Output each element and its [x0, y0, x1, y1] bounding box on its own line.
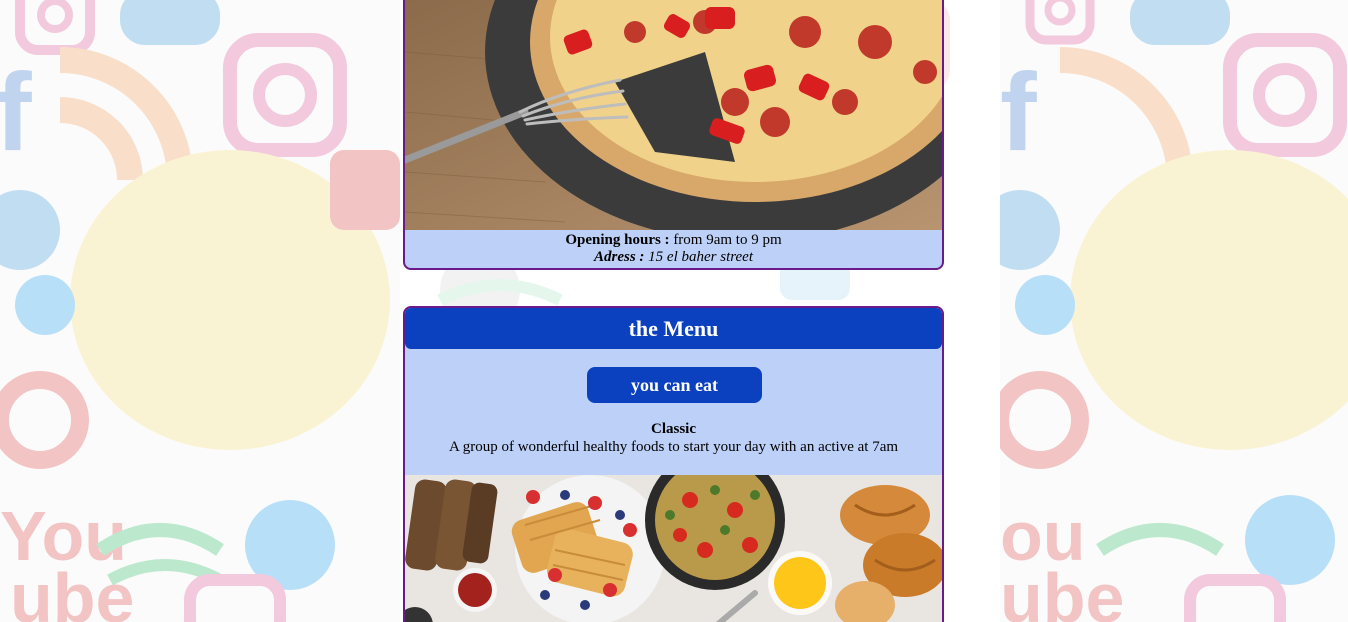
menu-card: the Menu you can eat Classic A group of … — [403, 306, 944, 622]
opening-info: Opening hours : from 9am to 9 pm Adress … — [405, 232, 942, 266]
address-value: 15 el baher street — [648, 249, 753, 265]
menu-item-description: A group of wonderful healthy foods to st… — [448, 439, 899, 455]
breakfast-image — [405, 475, 942, 622]
pizza-image — [405, 0, 942, 230]
you-can-eat-button[interactable]: you can eat — [587, 367, 762, 403]
opening-hours-label: Opening hours : — [565, 232, 670, 248]
pizza-photo — [405, 0, 942, 230]
address-label: Adress : — [593, 249, 645, 265]
breakfast-photo — [405, 475, 942, 622]
menu-item-title: Classic — [651, 421, 696, 437]
svg-text:ube: ube — [1000, 559, 1124, 622]
opening-hours-value: from 9am to 9 pm — [673, 232, 782, 248]
svg-text:f: f — [1000, 51, 1037, 174]
menu-header: the Menu — [405, 308, 942, 349]
opening-hours-line: Opening hours : from 9am to 9 pm — [405, 232, 942, 249]
svg-text:ube: ube — [10, 559, 134, 622]
svg-text:f: f — [0, 51, 32, 174]
restaurant-info-card: Opening hours : from 9am to 9 pm Adress … — [403, 0, 944, 270]
address-line: Adress : 15 el baher street — [405, 249, 942, 266]
